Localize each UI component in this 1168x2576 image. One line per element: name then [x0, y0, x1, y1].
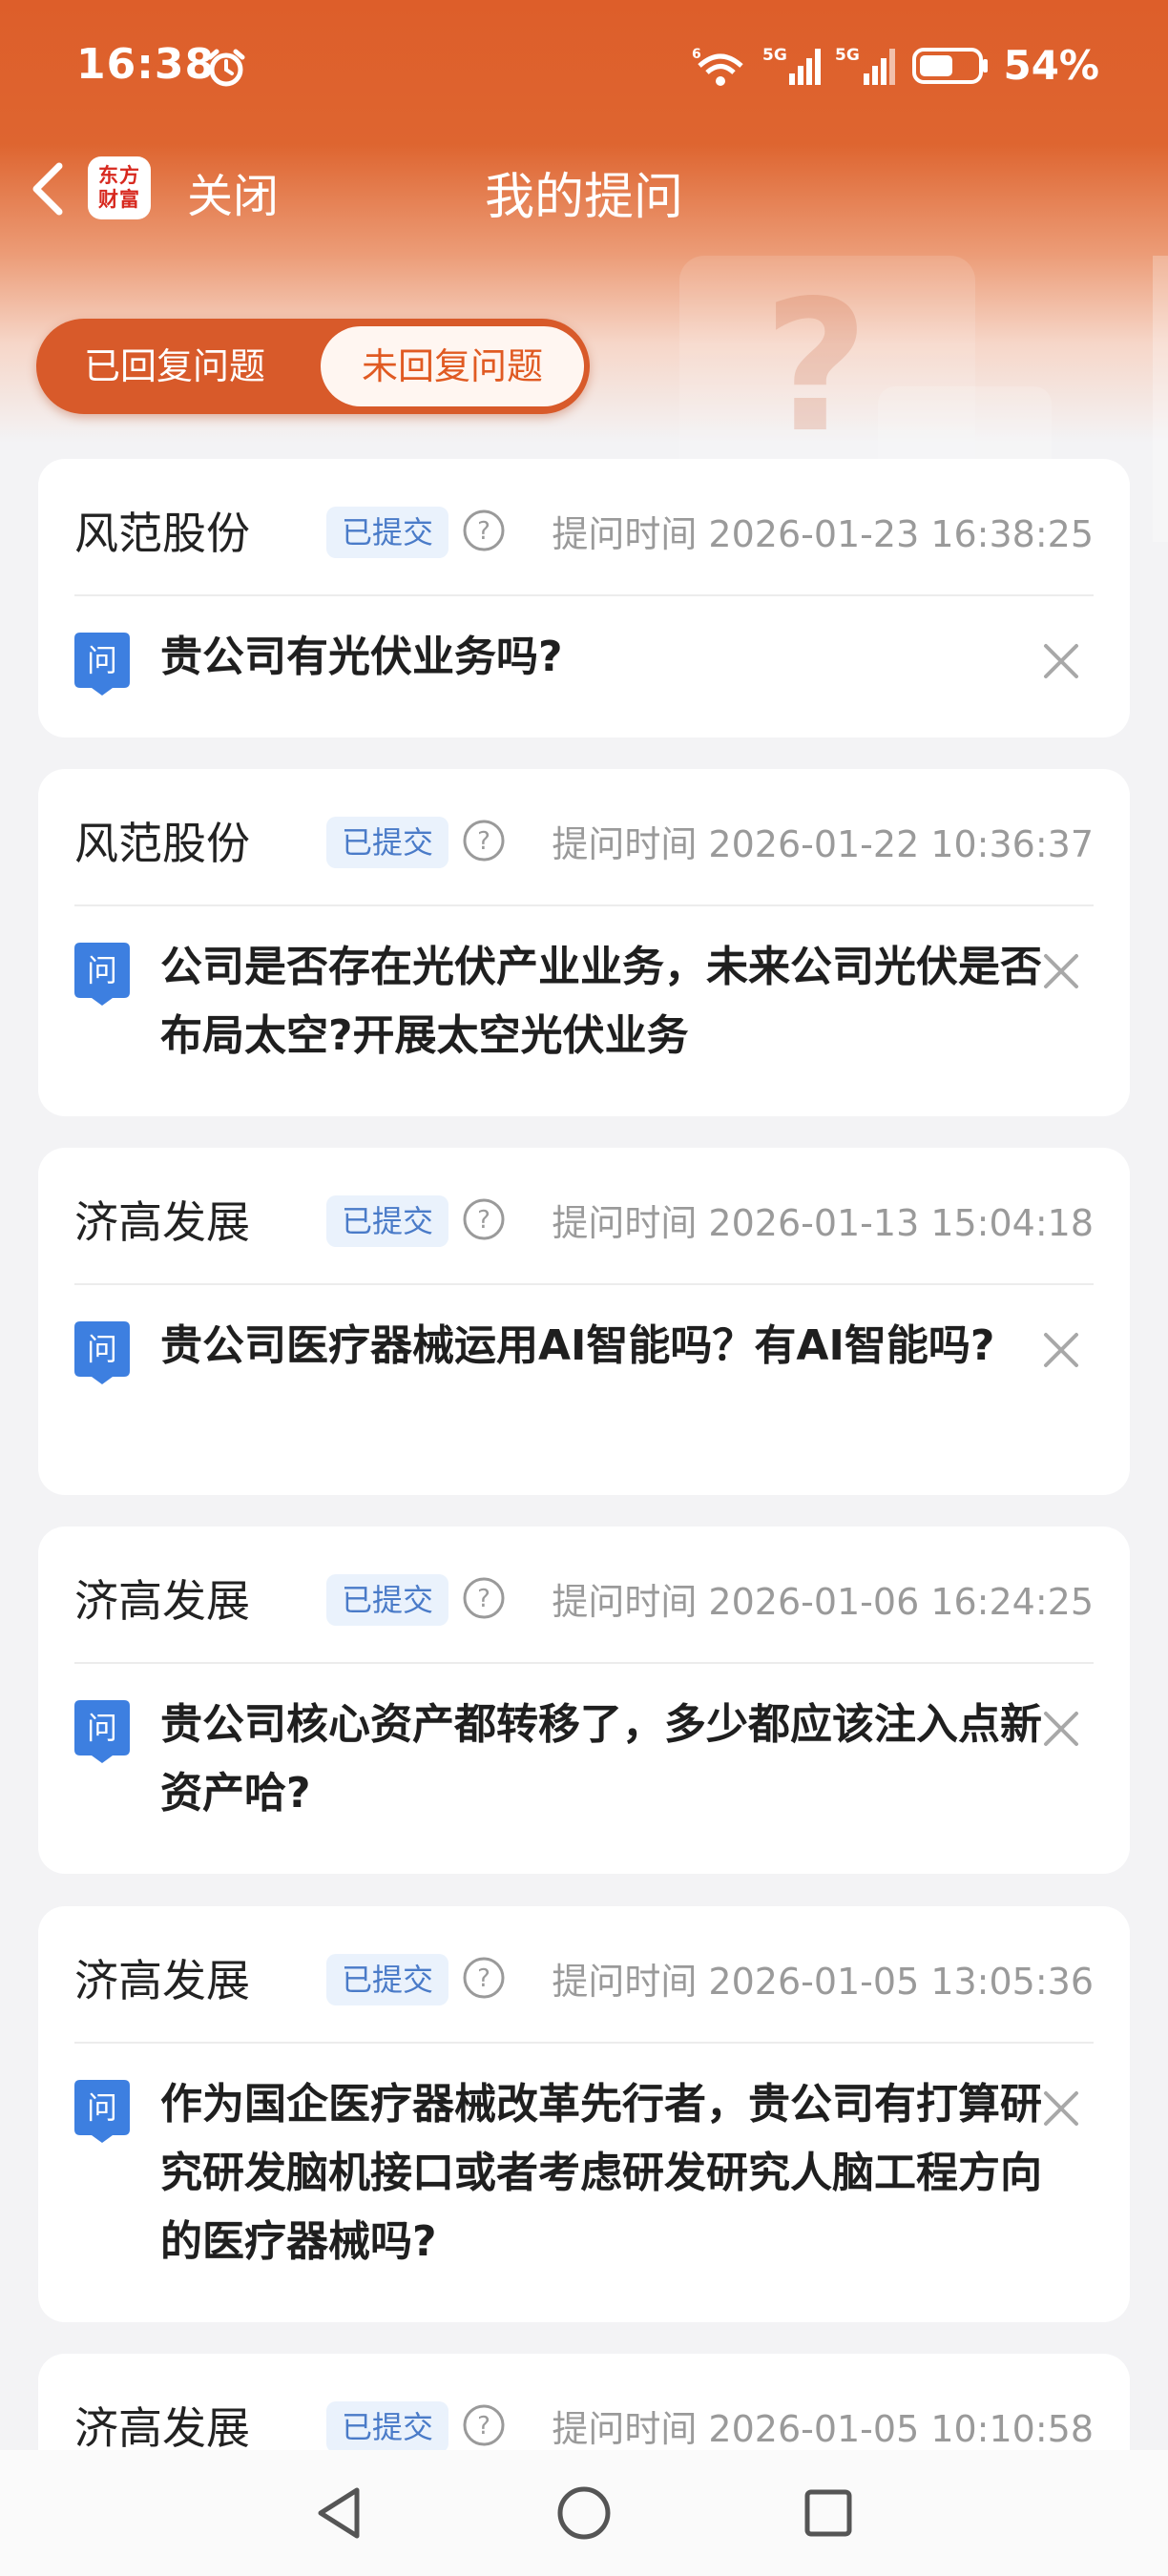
- status-indicators: 6 5G 5G 54%: [692, 42, 1099, 89]
- status-badge: 已提交: [326, 507, 449, 558]
- help-icon[interactable]: ?: [462, 2403, 506, 2447]
- close-icon[interactable]: [1042, 952, 1080, 990]
- svg-text:?: ?: [477, 827, 490, 856]
- question-text: 公司是否存在光伏产业业务，未来公司光伏是否布局太空?开展太空光伏业务: [160, 943, 1042, 1060]
- status-bar: 16:38 6 5G 5G 54%: [0, 0, 1168, 134]
- svg-text:问: 问: [87, 1331, 117, 1367]
- question-icon: 问: [74, 2080, 130, 2143]
- decorative-question-mark-icon: ?: [763, 261, 869, 472]
- signal-icon-2: 5G: [835, 46, 896, 85]
- ask-time: 提问时间 2026-01-13 15:04:18: [552, 1202, 1094, 1244]
- company-name[interactable]: 风范股份: [74, 499, 250, 562]
- wifi-icon: 6: [692, 47, 744, 86]
- nav-bar: 东方 财富 关闭 我的提问: [0, 143, 1168, 235]
- svg-text:问: 问: [87, 2089, 117, 2126]
- question-icon: 问: [74, 943, 130, 1006]
- status-badge: 已提交: [326, 1574, 449, 1626]
- question-text: 贵公司核心资产都转移了，多少都应该注入点新资产哈?: [160, 1700, 1042, 1818]
- svg-text:?: ?: [477, 517, 490, 546]
- question-icon: 问: [74, 1700, 130, 1763]
- close-icon[interactable]: [1042, 1331, 1080, 1369]
- svg-text:问: 问: [87, 1710, 117, 1746]
- svg-text:?: ?: [477, 1585, 490, 1613]
- question-tabs: 已回复问题 未回复问题: [36, 319, 590, 414]
- question-icon: 问: [74, 633, 130, 696]
- svg-text:5G: 5G: [762, 46, 787, 65]
- card-header: 济高发展 已提交 ? 提问时间 2026-01-13 15:04:18: [74, 1148, 1094, 1285]
- status-badge: 已提交: [326, 1195, 449, 1247]
- ask-time: 提问时间 2026-01-05 13:05:36: [552, 1961, 1094, 2003]
- recents-square-icon[interactable]: [800, 2484, 857, 2542]
- question-card[interactable]: 济高发展 已提交 ? 提问时间 2026-01-05 13:05:36 问 作为…: [38, 1906, 1130, 2322]
- help-icon[interactable]: ?: [462, 1956, 506, 2000]
- question-text: 贵公司有光伏业务吗?: [160, 633, 563, 681]
- help-icon[interactable]: ?: [462, 509, 506, 552]
- status-badge: 已提交: [326, 1954, 449, 2005]
- svg-text:问: 问: [87, 642, 117, 678]
- battery-icon: [912, 47, 989, 84]
- question-card[interactable]: 风范股份 已提交 ? 提问时间 2026-01-23 16:38:25 问 贵公…: [38, 459, 1130, 737]
- status-badge: 已提交: [326, 2401, 449, 2453]
- card-header: 济高发展 已提交 ? 提问时间 2026-01-05 13:05:36: [74, 1906, 1094, 2044]
- ask-time: 提问时间 2026-01-05 10:10:58: [552, 2408, 1094, 2450]
- svg-text:?: ?: [477, 1964, 490, 1993]
- question-card[interactable]: 风范股份 已提交 ? 提问时间 2026-01-22 10:36:37 问 公司…: [38, 769, 1130, 1116]
- decorative-edge: [1153, 256, 1168, 542]
- signal-icon: 5G: [762, 46, 822, 85]
- status-time: 16:38: [76, 40, 216, 89]
- ask-time: 提问时间 2026-01-22 10:36:37: [552, 823, 1094, 865]
- close-icon[interactable]: [1042, 1710, 1080, 1748]
- company-name[interactable]: 济高发展: [74, 1188, 250, 1251]
- help-icon[interactable]: ?: [462, 1576, 506, 1620]
- battery-percentage: 54%: [1003, 42, 1099, 89]
- question-card[interactable]: 济高发展 已提交 ? 提问时间 2026-01-13 15:04:18 问 贵公…: [38, 1148, 1130, 1495]
- svg-text:5G: 5G: [835, 46, 860, 65]
- question-icon: 问: [74, 1321, 130, 1384]
- company-name[interactable]: 济高发展: [74, 2394, 250, 2457]
- svg-text:?: ?: [477, 1206, 490, 1235]
- svg-text:?: ?: [477, 2412, 490, 2441]
- close-icon[interactable]: [1042, 642, 1080, 680]
- card-header: 风范股份 已提交 ? 提问时间 2026-01-23 16:38:25: [74, 459, 1094, 596]
- company-name[interactable]: 济高发展: [74, 1946, 250, 2009]
- page-title: 我的提问: [484, 169, 683, 226]
- back-triangle-icon[interactable]: [311, 2484, 368, 2542]
- help-icon[interactable]: ?: [462, 819, 506, 862]
- close-icon[interactable]: [1042, 2089, 1080, 2128]
- company-name[interactable]: 济高发展: [74, 1567, 250, 1630]
- help-icon[interactable]: ?: [462, 1197, 506, 1241]
- system-nav-bar: [0, 2450, 1168, 2576]
- question-card[interactable]: 济高发展 已提交 ? 提问时间 2026-01-06 16:24:25 问 贵公…: [38, 1527, 1130, 1874]
- question-text: 作为国企医疗器械改革先行者，贵公司有打算研究研发脑机接口或者考虑研发研究人脑工程…: [160, 2080, 1042, 2266]
- card-header: 风范股份 已提交 ? 提问时间 2026-01-22 10:36:37: [74, 769, 1094, 906]
- card-header: 济高发展 已提交 ? 提问时间 2026-01-06 16:24:25: [74, 1527, 1094, 1664]
- company-name[interactable]: 风范股份: [74, 809, 250, 872]
- tab-unreplied[interactable]: 未回复问题: [321, 326, 584, 406]
- alarm-icon: [207, 49, 245, 87]
- question-text: 贵公司医疗器械运用AI智能吗？有AI智能吗?: [160, 1321, 995, 1370]
- tab-replied[interactable]: 已回复问题: [36, 319, 313, 414]
- status-badge: 已提交: [326, 817, 449, 868]
- ask-time: 提问时间 2026-01-06 16:24:25: [552, 1581, 1094, 1623]
- ask-time: 提问时间 2026-01-23 16:38:25: [552, 513, 1094, 555]
- home-circle-icon[interactable]: [555, 2484, 613, 2542]
- svg-text:问: 问: [87, 952, 117, 988]
- svg-text:6: 6: [692, 47, 701, 62]
